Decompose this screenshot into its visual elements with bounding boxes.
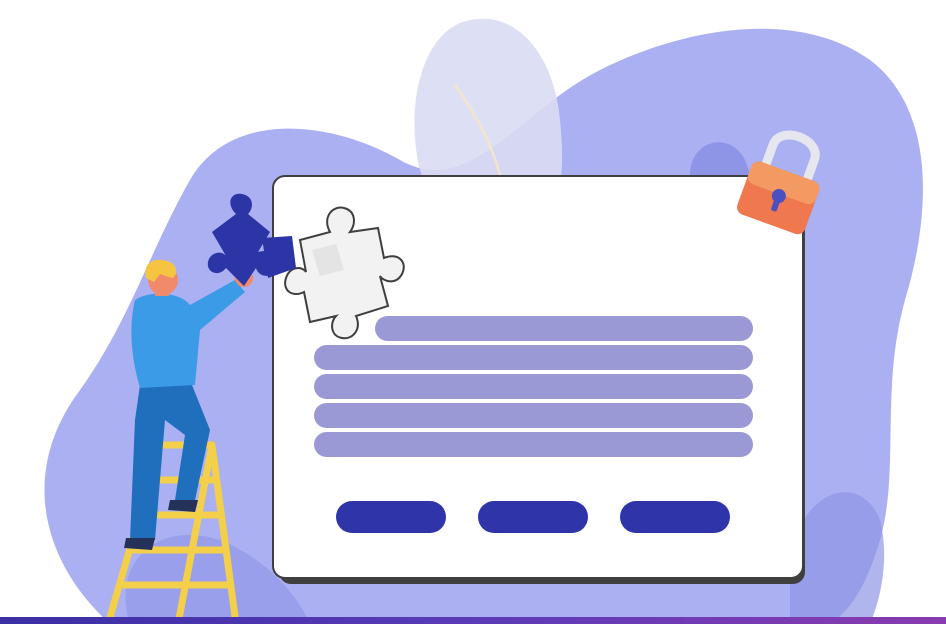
text-lines xyxy=(314,316,753,457)
text-line-2 xyxy=(314,345,753,370)
button-3[interactable] xyxy=(620,501,730,533)
button-row xyxy=(336,501,730,533)
person-shoe-2 xyxy=(124,538,155,550)
text-line-1 xyxy=(375,316,753,341)
text-line-3 xyxy=(314,374,753,399)
illustration-canvas xyxy=(44,18,923,624)
text-line-4 xyxy=(314,403,753,428)
button-1[interactable] xyxy=(336,501,446,533)
button-2[interactable] xyxy=(478,501,588,533)
blob-light-top xyxy=(414,18,563,200)
text-line-5 xyxy=(314,432,753,457)
bottom-gradient-bar xyxy=(0,617,946,624)
person-shoe-1 xyxy=(168,500,198,512)
